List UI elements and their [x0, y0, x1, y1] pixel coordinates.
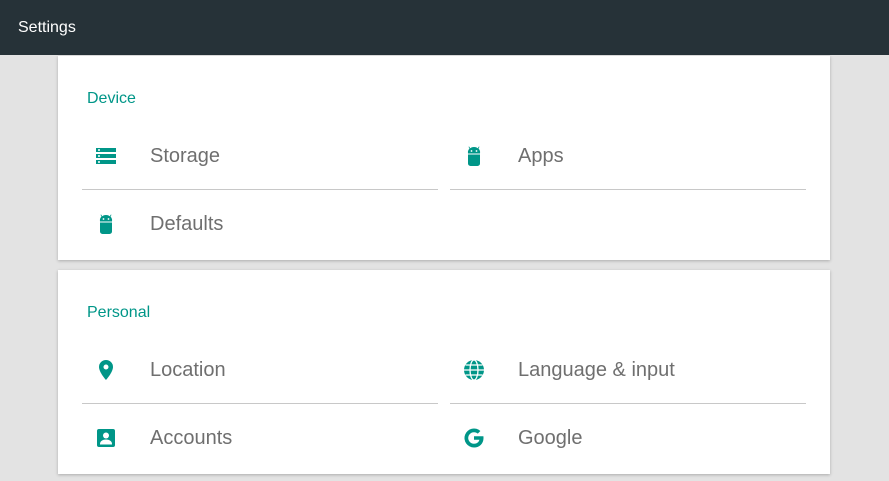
settings-item-label: Storage	[150, 144, 221, 167]
personal-section-card: Personal Location Language & input Accou…	[58, 270, 830, 474]
google-icon	[462, 426, 486, 450]
globe-icon	[462, 358, 486, 382]
location-pin-icon	[94, 358, 118, 382]
settings-item-accounts[interactable]: Accounts	[82, 405, 438, 471]
settings-item-location[interactable]: Location	[82, 337, 438, 404]
device-section-card: Device Storage Apps Defaults	[58, 56, 830, 260]
app-bar: Settings	[0, 0, 889, 55]
android-icon	[462, 144, 486, 168]
android-icon	[94, 212, 118, 236]
settings-item-label: Location	[150, 358, 226, 381]
settings-item-label: Defaults	[150, 212, 224, 235]
settings-item-label: Language & input	[518, 358, 675, 381]
settings-item-apps[interactable]: Apps	[450, 123, 806, 190]
settings-item-label: Accounts	[150, 426, 233, 449]
settings-item-language-input[interactable]: Language & input	[450, 337, 806, 404]
storage-icon	[94, 144, 118, 168]
app-title: Settings	[18, 18, 76, 36]
settings-item-defaults[interactable]: Defaults	[82, 191, 438, 257]
settings-item-label: Apps	[518, 144, 564, 167]
settings-item-google[interactable]: Google	[450, 405, 806, 471]
settings-item-storage[interactable]: Storage	[82, 123, 438, 190]
section-title-personal: Personal	[87, 304, 151, 321]
section-title-device: Device	[87, 90, 136, 107]
account-box-icon	[94, 426, 118, 450]
settings-item-label: Google	[518, 426, 583, 449]
